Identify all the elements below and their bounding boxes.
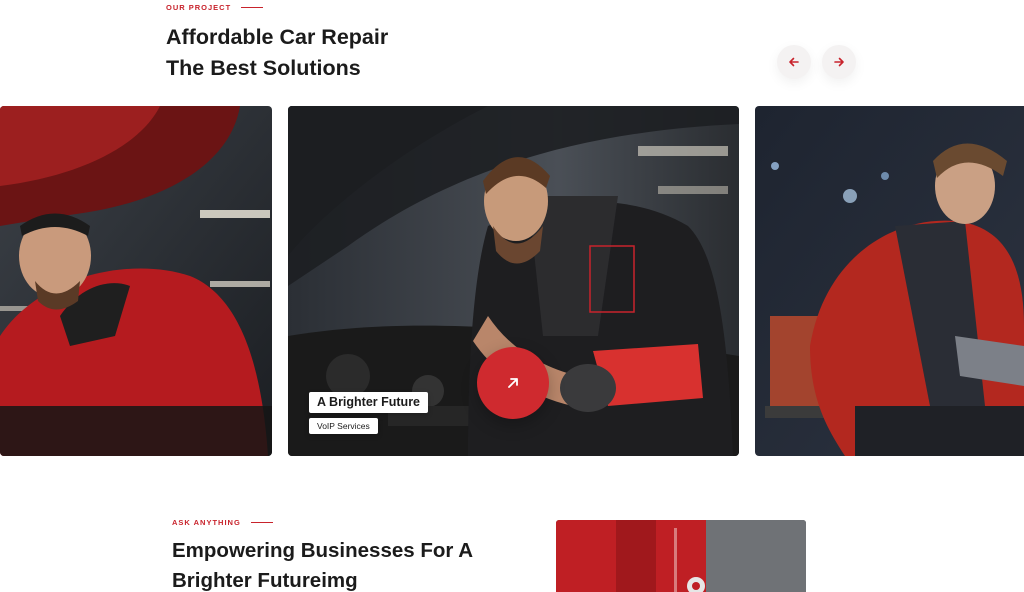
card-subtitle-chip: VoIP Services [309,418,378,434]
arrow-left-icon [789,57,799,67]
project-title-line2: The Best Solutions [166,56,361,80]
faq-eyebrow: ASK ANYTHING [172,518,273,527]
mechanic-kneeling-photo [755,106,1024,456]
faq-eyebrow-label: ASK ANYTHING [172,518,241,527]
carousel-next-button[interactable] [822,45,856,79]
project-eyebrow: OUR PROJECT [166,3,264,12]
arrow-right-icon [834,57,844,67]
card-open-button[interactable] [477,347,549,419]
arrow-up-right-icon [508,378,518,388]
project-card-right[interactable] [755,106,1024,456]
eyebrow-divider [250,521,273,524]
faq-title-line2: Brighter Futureimg [172,569,358,592]
eyebrow-divider [241,6,264,9]
carousel-prev-button[interactable] [777,45,811,79]
project-eyebrow-label: OUR PROJECT [166,3,232,12]
faq-image [556,520,806,592]
project-heading: Affordable Car Repair The Best Solutions [166,22,388,84]
mechanic-red-jacket-left-photo [0,106,272,456]
faq-title-line1: Empowering Businesses For A [172,539,474,562]
mechanic-with-wrench-photo [556,520,806,592]
faq-heading: Empowering Businesses For A Brighter Fut… [172,536,473,592]
project-card-featured[interactable]: A Brighter Future VoIP Services [288,106,739,456]
project-title-line1: Affordable Car Repair [166,25,389,49]
card-title-chip: A Brighter Future [309,392,429,413]
project-card-left[interactable] [0,106,272,456]
